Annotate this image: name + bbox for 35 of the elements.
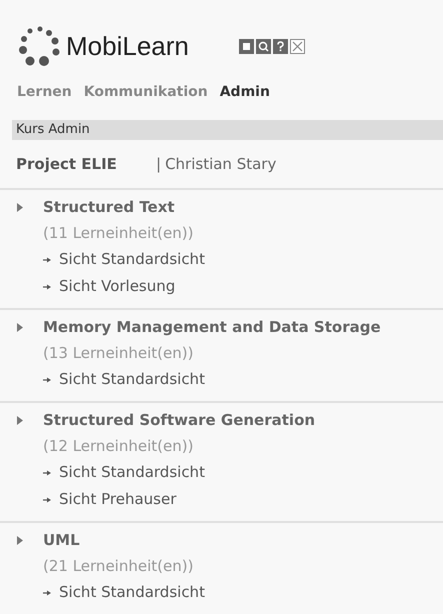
question-mark-icon — [276, 40, 285, 52]
expand-triangle-icon[interactable] — [17, 536, 23, 545]
course-title[interactable]: Structured Text — [43, 196, 175, 219]
search-button[interactable] — [256, 38, 271, 54]
arrow-icon — [43, 284, 51, 290]
view-link[interactable]: Sicht Prehauser — [59, 488, 176, 511]
arrow-icon — [43, 376, 51, 382]
course-title[interactable]: Memory Management and Data Storage — [43, 316, 381, 339]
course-title[interactable]: UML — [43, 529, 80, 552]
arrow-icon — [43, 590, 51, 596]
square-button[interactable] — [238, 38, 254, 54]
app-title: MobiLearn — [66, 30, 189, 62]
view-link[interactable]: Sicht Standardsicht — [59, 581, 205, 604]
close-button[interactable] — [290, 38, 305, 54]
expand-triangle-icon[interactable] — [17, 323, 23, 332]
unit-count: (13 Lerneinheit(en)) — [43, 343, 194, 364]
unit-count: (12 Lerneinheit(en)) — [43, 436, 194, 458]
course-title[interactable]: Structured Software Generation — [43, 409, 316, 432]
project-name: Project ELIE — [16, 154, 118, 175]
view-link[interactable]: Sicht Standardsicht — [59, 248, 205, 271]
arrow-icon — [43, 496, 51, 502]
author-name: Christian Stary — [165, 154, 276, 175]
unit-count: (11 Lerneinheit(en)) — [43, 223, 194, 244]
arrow-icon — [43, 256, 51, 262]
view-link[interactable]: Sicht Standardsicht — [59, 368, 205, 391]
view-link[interactable]: Sicht Standardsicht — [59, 461, 205, 484]
expand-triangle-icon[interactable] — [17, 203, 23, 212]
nav-tab[interactable]: Admin — [220, 82, 270, 102]
unit-count: (21 Lerneinheit(en)) — [43, 556, 194, 578]
help-button[interactable] — [272, 38, 288, 54]
section-bar: Kurs Admin — [12, 120, 443, 140]
expand-triangle-icon[interactable] — [17, 416, 23, 425]
view-link[interactable]: Sicht Vorlesung — [59, 275, 176, 298]
separator-text: | — [156, 154, 162, 175]
arrow-icon — [43, 470, 51, 476]
